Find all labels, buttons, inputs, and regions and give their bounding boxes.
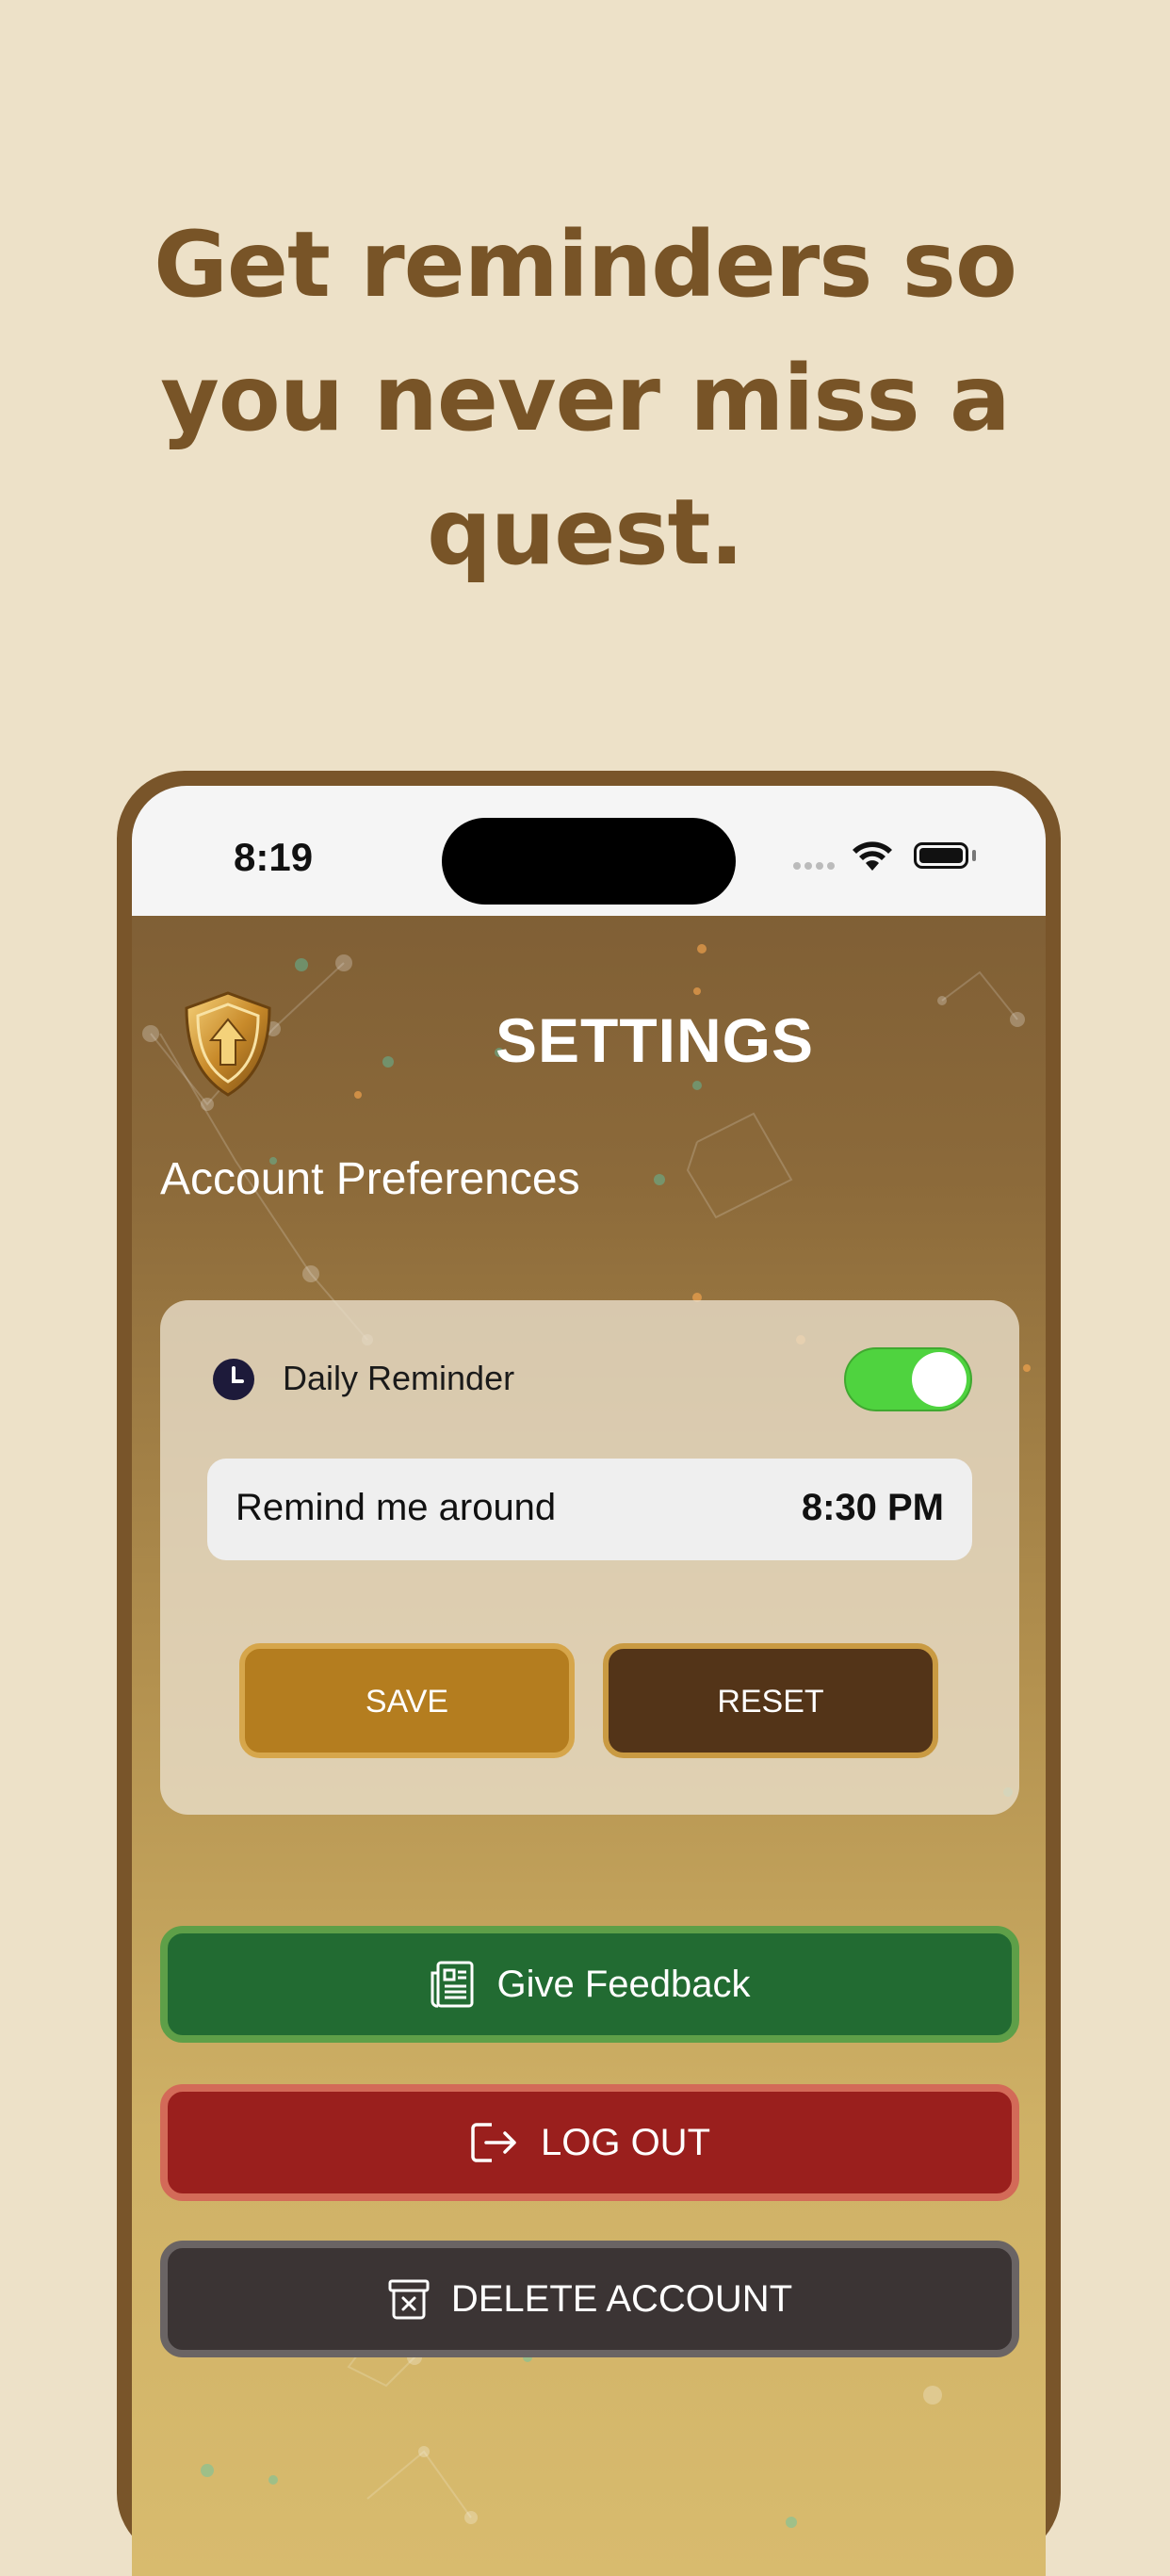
newspaper-icon — [431, 1961, 474, 2008]
reset-button[interactable]: RESET — [603, 1643, 938, 1758]
shield-logo-icon — [185, 991, 271, 1097]
delete-account-button[interactable]: DELETE ACCOUNT — [160, 2241, 1019, 2357]
reminder-time-label: Remind me around — [236, 1487, 557, 1528]
battery-icon — [914, 842, 968, 869]
headline: Get reminders so you never miss a quest. — [154, 212, 1017, 585]
save-button[interactable]: SAVE — [239, 1643, 575, 1758]
logout-icon — [471, 2123, 516, 2162]
log-out-label: LOG OUT — [540, 2121, 711, 2163]
reminder-time-value[interactable]: 8:30 PM — [802, 1487, 944, 1529]
wifi-icon — [853, 841, 892, 871]
reminder-time-picker[interactable]: Remind me around 8:30 PM — [207, 1459, 972, 1560]
daily-reminder-toggle[interactable] — [844, 1347, 972, 1411]
daily-reminder-label: Daily Reminder — [283, 1359, 515, 1397]
reminder-card: Daily Reminder Remind me around 8:30 PM … — [160, 1300, 1019, 1815]
log-out-button[interactable]: LOG OUT — [160, 2084, 1019, 2201]
cellular-signal-icon — [793, 857, 838, 874]
delete-account-label: DELETE ACCOUNT — [450, 2277, 793, 2320]
section-title: Account Preferences — [160, 1154, 580, 1204]
status-time: 8:19 — [234, 835, 314, 879]
battery-cap — [972, 850, 976, 861]
dynamic-island — [442, 818, 736, 905]
status-bar: 8:19 — [132, 786, 1046, 916]
toggle-knob — [912, 1352, 967, 1407]
phone-frame: 8:19 SETTINGS Account Preferences Daily … — [117, 771, 1061, 2576]
give-feedback-button[interactable]: Give Feedback — [160, 1926, 1019, 2043]
give-feedback-label: Give Feedback — [496, 1963, 751, 2005]
page-title: SETTINGS — [495, 1005, 815, 1075]
app-screen: 8:19 SETTINGS Account Preferences Daily … — [132, 786, 1046, 2576]
trash-box-icon — [388, 2279, 430, 2320]
clock-icon — [213, 1359, 254, 1400]
